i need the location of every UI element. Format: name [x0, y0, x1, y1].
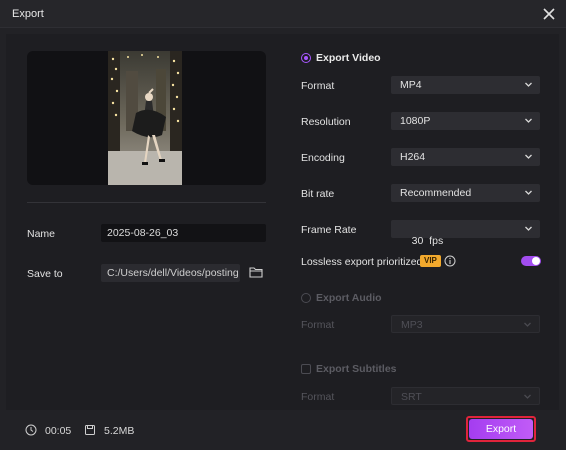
- resolution-value: 1080P: [400, 115, 431, 127]
- chevron-down-icon: [524, 394, 531, 399]
- resolution-select[interactable]: 1080P: [391, 112, 540, 130]
- encoding-label: Encoding: [301, 152, 345, 164]
- audio-format-value: MP3: [401, 319, 423, 331]
- name-input[interactable]: 2025-08-26_03: [101, 224, 266, 242]
- name-label: Name: [27, 228, 56, 240]
- lossless-label: Lossless export prioritized: [301, 256, 423, 268]
- resolution-label: Resolution: [301, 116, 351, 128]
- bit-rate-label: Bit rate: [301, 188, 335, 200]
- export-video-label: Export Video: [316, 52, 381, 64]
- subtitle-format-value: SRT: [401, 391, 422, 403]
- left-divider: [27, 202, 266, 203]
- export-audio-label: Export Audio: [316, 292, 382, 304]
- export-subtitles-label: Export Subtitles: [316, 363, 397, 375]
- export-button[interactable]: Export: [469, 419, 533, 439]
- chevron-down-icon: [525, 82, 532, 87]
- audio-format-select[interactable]: MP3: [391, 315, 540, 333]
- bit-rate-value: Recommended: [400, 187, 472, 199]
- subtitle-format-label: Format: [301, 391, 335, 403]
- frame-rate-select[interactable]: 30 fps: [391, 220, 540, 247]
- save-to-label: Save to: [27, 268, 63, 280]
- duration-text: 00:05: [45, 425, 72, 437]
- frame-rate-value: 30 fps: [411, 235, 444, 247]
- title-bar: Export: [0, 0, 566, 28]
- file-size-text: 5.2MB: [104, 425, 135, 437]
- export-video-radio[interactable]: [301, 53, 311, 63]
- chevron-down-icon: [525, 118, 532, 123]
- audio-format-label: Format: [301, 319, 335, 331]
- export-dialog: Export Name 2025-08-26_03 Save to C:/Use…: [0, 0, 566, 450]
- bit-rate-select[interactable]: Recommended: [391, 184, 540, 202]
- folder-icon[interactable]: [249, 265, 263, 279]
- close-icon[interactable]: [540, 5, 558, 23]
- chevron-down-icon: [524, 322, 531, 327]
- info-icon[interactable]: [444, 255, 456, 267]
- lossless-toggle[interactable]: [521, 256, 541, 266]
- clock-icon: [25, 424, 37, 436]
- chevron-down-icon: [525, 190, 532, 195]
- format-select[interactable]: MP4: [391, 76, 540, 94]
- chevron-down-icon: [525, 154, 532, 159]
- encoding-select[interactable]: H264: [391, 148, 540, 166]
- export-subtitles-checkbox[interactable]: [301, 364, 311, 374]
- vip-badge: VIP: [420, 255, 441, 267]
- encoding-value: H264: [400, 151, 426, 163]
- export-audio-radio[interactable]: [301, 293, 311, 303]
- frame-rate-label: Frame Rate: [301, 224, 357, 236]
- file-size-icon: [84, 424, 96, 436]
- chevron-down-icon: [525, 226, 532, 231]
- preview-thumbnail: [108, 51, 182, 185]
- format-label: Format: [301, 80, 335, 92]
- save-path-field[interactable]: C:/Users/dell/Videos/posting: [101, 264, 240, 282]
- format-value: MP4: [400, 79, 422, 91]
- subtitle-format-select[interactable]: SRT: [391, 387, 540, 405]
- dialog-title: Export: [12, 8, 44, 20]
